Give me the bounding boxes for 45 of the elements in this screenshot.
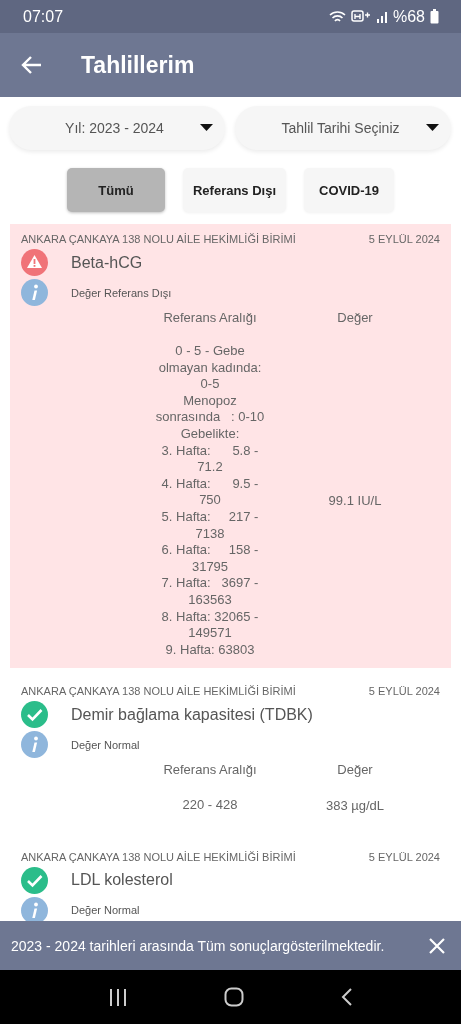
filter-tab[interactable]: COVID-19	[304, 168, 395, 212]
status-text: Değer Referans Dışı	[71, 286, 172, 299]
clock: 07:07	[23, 7, 64, 26]
battery-percent: %68	[392, 7, 425, 26]
check-icon	[21, 701, 48, 729]
back-nav-button[interactable]	[340, 988, 353, 1006]
check-icon	[21, 866, 48, 894]
close-button[interactable]	[429, 937, 445, 954]
home-button[interactable]	[223, 987, 244, 1007]
back-button[interactable]	[21, 55, 43, 75]
info-icon	[21, 279, 48, 306]
test-name: Beta-hCG	[71, 253, 143, 272]
status-text: Değer Normal	[71, 738, 140, 751]
result-date: 5 EYLÜL 2024	[368, 849, 440, 864]
reference-range: 0 - 5 - Gebe olmayan kadında: 0-5 Menopoz sonrasında : 0-10 Gebelikte: 3. Hafta: 5.8 - 71.2 4. Hafta: 9.5 - 750 5. Hafta: 217 - 7138 6. Hafta: 158 - 31795 7. Hafta: 3697 - 163563 8. Hafta: 32065 - 149571 9. Hafta: 63803	[154, 343, 266, 659]
test-name: LDL kolesterol	[71, 871, 173, 890]
battery-icon	[430, 9, 439, 24]
dropdown[interactable]: Yıl: 2023 - 2024	[9, 106, 225, 150]
lab-name: ANKARA ÇANKAYA 138 NOLU AİLE HEKİMLİĞİ BİRİMİ	[21, 849, 296, 864]
warning-icon	[21, 249, 48, 276]
status-text: Değer Normal	[71, 904, 140, 917]
hd-icon	[350, 10, 371, 23]
filter-tab[interactable]: Tümü	[66, 168, 165, 212]
recent-apps-button[interactable]	[108, 988, 127, 1006]
lab-name: ANKARA ÇANKAYA 138 NOLU AİLE HEKİMLİĞİ BİRİMİ	[21, 684, 296, 699]
column-header: Referans Aralığı	[162, 762, 258, 780]
info-icon	[21, 731, 48, 759]
test-name: Demir bağlama kapasitesi (TDBK)	[71, 705, 313, 724]
caret-icon	[200, 124, 213, 132]
column-header: Değer	[336, 762, 374, 780]
caret-icon	[426, 124, 439, 132]
filter-tab[interactable]: Referans Dışı	[182, 168, 287, 212]
signal-icon	[375, 10, 388, 23]
snackbar-message: 2023 - 2024 tarihleri arasında Tüm sonuçlargösterilmektedir.	[11, 937, 385, 954]
result-value: 99.1 IU/L	[327, 493, 383, 509]
column-header: Referans Aralığı	[162, 310, 258, 327]
result-date: 5 EYLÜL 2024	[368, 232, 440, 246]
dropdown[interactable]: Tahlil Tarihi Seçiniz	[235, 106, 451, 150]
wifi-icon	[328, 9, 346, 24]
page-title: Tahlillerim	[81, 51, 195, 79]
column-header: Değer	[336, 310, 374, 327]
result-date: 5 EYLÜL 2024	[368, 684, 440, 699]
lab-name: ANKARA ÇANKAYA 138 NOLU AİLE HEKİMLİĞİ BİRİMİ	[21, 232, 296, 246]
result-value: 383 µg/dL	[324, 798, 386, 814]
reference-range: 220 - 428	[181, 797, 239, 814]
